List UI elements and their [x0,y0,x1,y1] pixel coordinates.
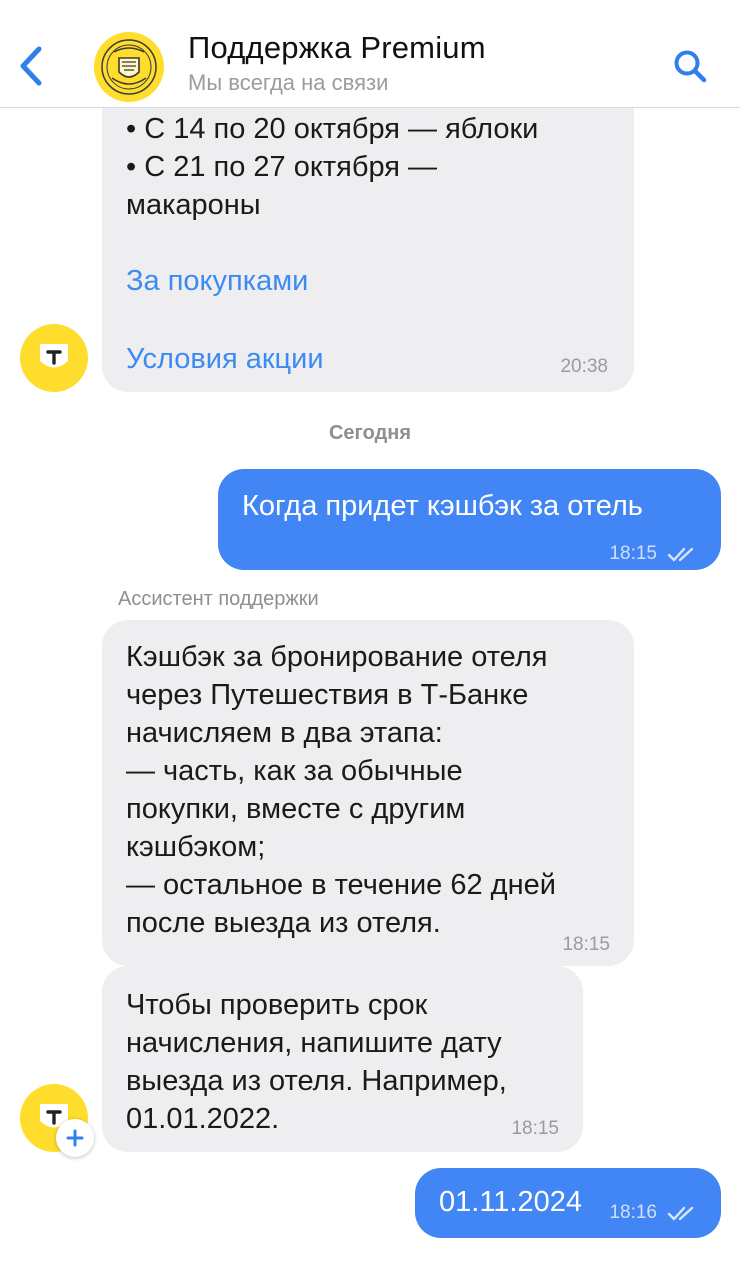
message-time: 18:16 [609,1202,657,1223]
promo-message: • С 14 по 20 октября — яблоки • С 21 по … [102,108,634,392]
plus-icon [66,1129,84,1147]
chat-header: Поддержка Premium Мы всегда на связи [0,0,740,108]
message-meta: 18:15 [609,535,697,573]
promo-message-text: • С 14 по 20 октября — яблоки • С 21 по … [126,113,539,221]
double-check-icon [667,1206,694,1221]
message-time: 18:15 [511,1118,559,1139]
outgoing-message: 01.11.2024 18:16 [415,1168,721,1238]
message-meta: 18:16 [609,1194,697,1232]
outgoing-message-text: 01.11.2024 [439,1186,582,1218]
bank-logo[interactable] [94,32,164,102]
chat-subtitle: Мы всегда на связи [188,70,389,95]
sender-name: Ассистент поддержки [118,588,319,610]
outgoing-message: Когда придет кэшбэк за отель 18:15 [218,469,721,570]
message-list[interactable]: • С 14 по 20 октября — яблоки • С 21 по … [0,108,740,1270]
message-time: 20:38 [560,356,608,377]
bank-crest-icon [101,39,157,95]
message-time: 18:15 [609,543,657,564]
back-button[interactable] [12,42,48,90]
bot-avatar[interactable] [20,324,88,392]
outgoing-message-text: Когда придет кэшбэк за отель [242,490,643,522]
date-separator: Сегодня [328,422,412,444]
chat-title: Поддержка Premium [188,30,486,65]
terms-link[interactable]: Условия акции [126,340,324,378]
add-attachment-button[interactable] [56,1119,94,1157]
shopping-link[interactable]: За покупками [126,262,308,300]
incoming-message: Кэшбэк за бронирование отеля через Путеш… [102,620,634,966]
chevron-left-icon [20,46,42,86]
search-icon [674,50,707,83]
incoming-message: Чтобы проверить срок начисления, напишит… [102,966,583,1152]
search-button[interactable] [668,44,712,88]
double-check-icon [667,547,694,562]
chat-screen: Поддержка Premium Мы всегда на связи • С… [0,0,740,1270]
incoming-message-text: Чтобы проверить срок начисления, напишит… [126,989,507,1135]
incoming-message-text: Кэшбэк за бронирование отеля через Путеш… [126,641,556,939]
message-time: 18:15 [562,934,610,955]
bank-shield-icon [40,344,68,368]
